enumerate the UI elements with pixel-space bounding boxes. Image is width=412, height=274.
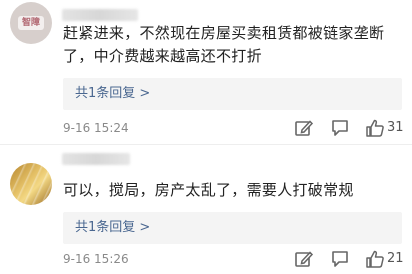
- like-button[interactable]: 31: [365, 118, 405, 138]
- avatar[interactable]: 智障: [10, 2, 52, 44]
- avatar-image: [10, 163, 52, 205]
- view-replies-button[interactable]: 共1条回复 >: [63, 78, 402, 110]
- view-replies-button[interactable]: 共1条回复 >: [63, 212, 402, 244]
- comment-item: 可以，搅局，房产太乱了，需要人打破常规 共1条回复 > 9-16 15:26 2…: [0, 144, 412, 274]
- comment-icon[interactable]: [330, 249, 352, 269]
- comment-icon[interactable]: [330, 118, 352, 138]
- comment-text: 赶紧进来，不然现在房屋买卖租赁都被链家垄断 了，中介费越来越高还不打折: [63, 24, 385, 65]
- avatar[interactable]: [10, 163, 52, 205]
- timestamp: 9-16 15:26: [63, 252, 129, 266]
- comment-meta: 9-16 15:26 21: [63, 249, 405, 269]
- username-blurred[interactable]: [62, 153, 130, 165]
- username-blurred[interactable]: [62, 9, 138, 21]
- edit-icon[interactable]: [294, 249, 316, 269]
- comment-text: 可以，搅局，房产太乱了，需要人打破常规: [63, 181, 354, 199]
- avatar-badge-text: 智障: [18, 16, 44, 30]
- thumbs-up-icon: [366, 119, 384, 137]
- edit-icon[interactable]: [294, 118, 316, 138]
- like-count: 31: [387, 120, 404, 135]
- timestamp: 9-16 15:24: [63, 121, 129, 135]
- thumbs-up-icon: [366, 250, 384, 268]
- like-count: 21: [387, 251, 404, 266]
- like-button[interactable]: 21: [365, 249, 405, 269]
- comment-meta: 9-16 15:24 31: [63, 118, 405, 138]
- comment-item: 智障 赶紧进来，不然现在房屋买卖租赁都被链家垄断 了，中介费越来越高还不打折 共…: [0, 0, 412, 144]
